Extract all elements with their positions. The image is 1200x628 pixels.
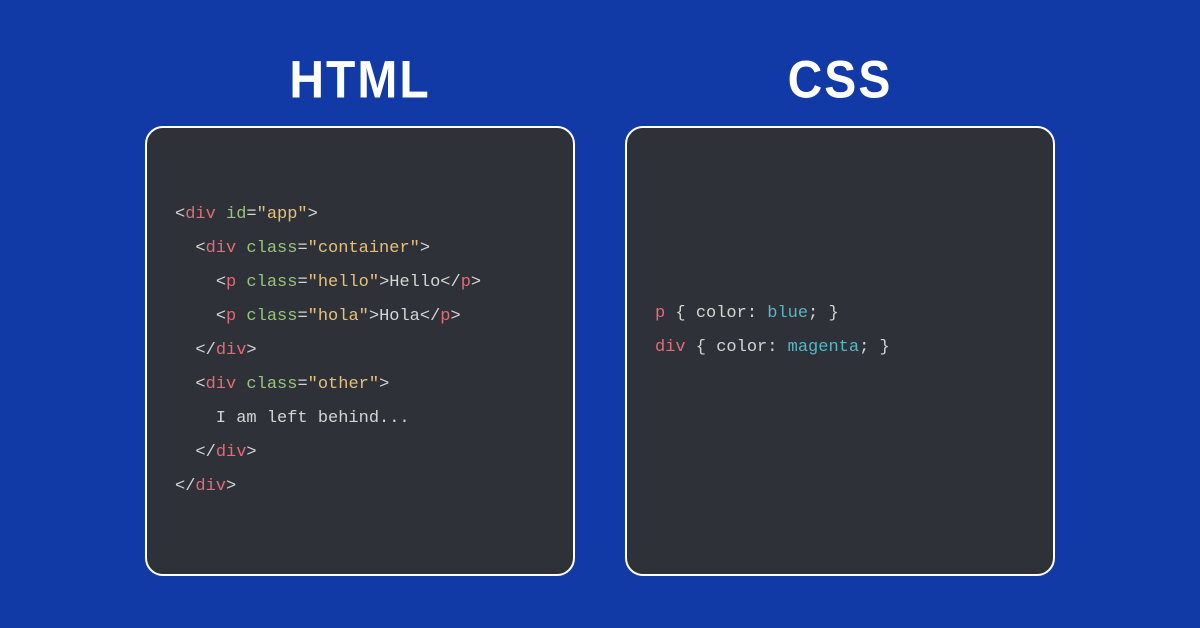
code-token: div — [216, 443, 247, 462]
html-heading: HTML — [289, 50, 430, 111]
code-token: magenta — [788, 338, 859, 357]
code-token — [175, 341, 195, 360]
html-code-line: <div class="other"> — [175, 368, 545, 402]
code-token: > — [379, 273, 389, 292]
code-token: I am left behind... — [175, 409, 410, 428]
html-code-line: </div> — [175, 470, 545, 504]
code-token: p — [655, 304, 665, 323]
css-heading: CSS — [788, 50, 893, 111]
code-token: div — [195, 477, 226, 496]
html-column: HTML <div id="app"> <div class="containe… — [145, 53, 575, 576]
css-code-panel: p { color: blue; }div { color: magenta; … — [625, 126, 1055, 576]
code-token: > — [369, 307, 379, 326]
code-token: div — [206, 239, 237, 258]
code-token: div — [185, 205, 216, 224]
code-token: id — [226, 205, 246, 224]
code-token — [175, 443, 195, 462]
html-code-line: </div> — [175, 334, 545, 368]
code-token: </ — [195, 341, 215, 360]
code-token: < — [195, 239, 205, 258]
html-code-line: <div id="app"> — [175, 198, 545, 232]
code-token: = — [297, 273, 307, 292]
code-token: p — [440, 307, 450, 326]
code-token: class — [246, 273, 297, 292]
code-token: "other" — [308, 375, 379, 394]
code-token — [216, 205, 226, 224]
code-token: color — [696, 304, 747, 323]
html-code-line: <p class="hello">Hello</p> — [175, 266, 545, 300]
css-column: CSS p { color: blue; }div { color: magen… — [625, 53, 1055, 576]
code-token: > — [226, 477, 236, 496]
code-token: div — [216, 341, 247, 360]
html-code-panel: <div id="app"> <div class="container"> <… — [145, 126, 575, 576]
code-token: : — [747, 304, 767, 323]
code-token: < — [195, 375, 205, 394]
code-token: = — [297, 307, 307, 326]
code-token: </ — [195, 443, 215, 462]
css-code-line: div { color: magenta; } — [655, 331, 1025, 365]
code-token — [236, 239, 246, 258]
html-code-line: I am left behind... — [175, 402, 545, 436]
code-token: div — [655, 338, 686, 357]
html-code-line: <div class="container"> — [175, 232, 545, 266]
html-code-line: </div> — [175, 436, 545, 470]
code-token: Hello — [389, 273, 440, 292]
code-token: </ — [420, 307, 440, 326]
code-token — [175, 239, 195, 258]
code-token: > — [450, 307, 460, 326]
code-token: p — [461, 273, 471, 292]
code-token: > — [420, 239, 430, 258]
code-token: p — [226, 273, 236, 292]
code-token: class — [246, 307, 297, 326]
code-token: > — [471, 273, 481, 292]
code-token: "hello" — [308, 273, 379, 292]
code-token: "app" — [257, 205, 308, 224]
code-token: < — [175, 205, 185, 224]
code-token: = — [297, 239, 307, 258]
code-token — [175, 307, 216, 326]
code-token: : — [767, 338, 787, 357]
code-token: < — [216, 307, 226, 326]
css-code-block: p { color: blue; }div { color: magenta; … — [655, 297, 1025, 365]
code-token: ; } — [808, 304, 839, 323]
code-token: blue — [767, 304, 808, 323]
code-token — [236, 375, 246, 394]
code-token — [236, 307, 246, 326]
code-token: </ — [440, 273, 460, 292]
code-token: { — [686, 338, 717, 357]
code-token: > — [308, 205, 318, 224]
code-token: "container" — [308, 239, 420, 258]
html-code-line: <p class="hola">Hola</p> — [175, 300, 545, 334]
code-token: "hola" — [308, 307, 369, 326]
code-token: = — [246, 205, 256, 224]
code-token: class — [246, 239, 297, 258]
code-token: Hola — [379, 307, 420, 326]
code-token: ; } — [859, 338, 890, 357]
code-token: > — [246, 443, 256, 462]
code-token: p — [226, 307, 236, 326]
code-token: > — [379, 375, 389, 394]
code-token: = — [297, 375, 307, 394]
code-token — [236, 273, 246, 292]
code-token: div — [206, 375, 237, 394]
code-token: { — [665, 304, 696, 323]
code-token: color — [716, 338, 767, 357]
code-token: > — [246, 341, 256, 360]
code-token: class — [246, 375, 297, 394]
code-token: < — [216, 273, 226, 292]
html-code-block: <div id="app"> <div class="container"> <… — [175, 198, 545, 504]
css-code-line: p { color: blue; } — [655, 297, 1025, 331]
code-token — [175, 375, 195, 394]
code-token: </ — [175, 477, 195, 496]
code-token — [175, 273, 216, 292]
